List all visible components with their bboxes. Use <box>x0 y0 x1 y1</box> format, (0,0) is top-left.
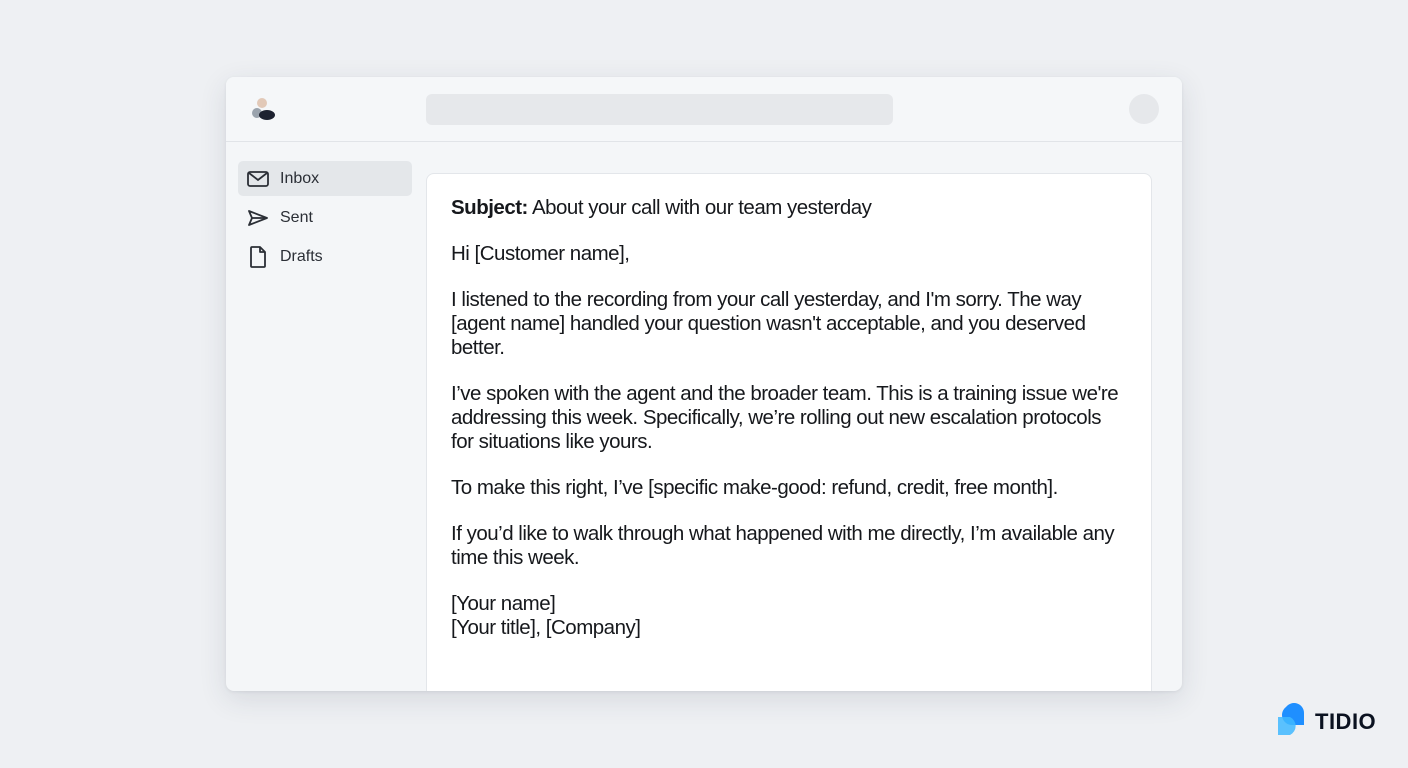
email-greeting: Hi [Customer name], <box>451 242 630 265</box>
email-paragraph-3: To make this right, I’ve [specific make-… <box>451 476 1058 499</box>
subject-label: Subject: <box>451 196 528 219</box>
email-paragraph-4: If you’d like to walk through what happe… <box>451 522 1115 569</box>
send-icon <box>247 207 269 229</box>
user-avatar[interactable] <box>1129 94 1159 124</box>
signature-title: [Your title], [Company] <box>451 616 641 639</box>
brand-name: TIDIO <box>1315 709 1377 734</box>
email-subject: Subject: About your call with our team y… <box>451 196 1131 220</box>
sidebar-item-drafts[interactable]: Drafts <box>238 239 412 274</box>
subject-text: About your call with our team yesterday <box>531 196 872 219</box>
tidio-brand: TIDIO <box>1274 702 1377 742</box>
signature-name: [Your name] <box>451 592 556 615</box>
email-paragraph-1: I listened to the recording from your ca… <box>451 288 1086 359</box>
mail-icon <box>247 168 269 190</box>
sidebar-item-inbox[interactable]: Inbox <box>238 161 412 196</box>
sidebar-item-sent[interactable]: Sent <box>238 200 412 235</box>
email-client-window: Inbox Sent Drafts Subject: About your ca… <box>226 77 1182 691</box>
tidio-logo-icon <box>1274 702 1308 742</box>
email-message-pane: Subject: About your call with our team y… <box>426 173 1152 691</box>
email-paragraph-2: I’ve spoken with the agent and the broad… <box>451 382 1119 453</box>
sidebar: Inbox Sent Drafts <box>238 161 412 278</box>
sidebar-item-label: Inbox <box>280 169 320 187</box>
sidebar-item-label: Sent <box>280 208 313 226</box>
top-bar <box>226 77 1182 142</box>
app-logo[interactable] <box>248 95 280 123</box>
search-bar[interactable] <box>426 94 893 125</box>
email-signature: [Your name] [Your title], [Company] <box>451 592 1131 640</box>
email-body: Subject: About your call with our team y… <box>451 196 1131 662</box>
sidebar-item-label: Drafts <box>280 247 323 265</box>
document-icon <box>247 245 269 268</box>
